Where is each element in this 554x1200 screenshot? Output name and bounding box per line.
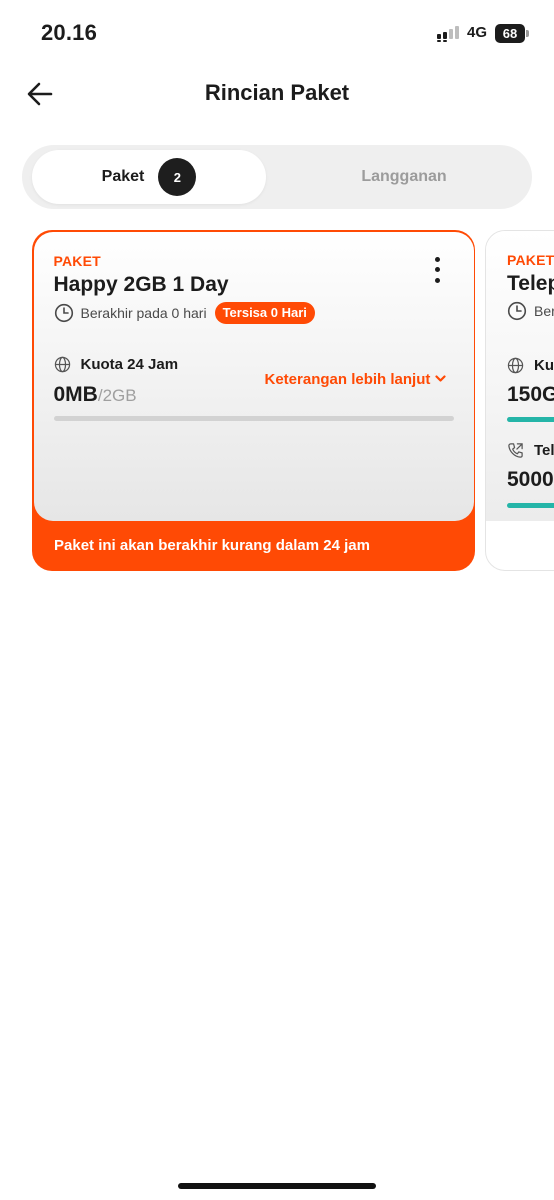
more-info-label: Keterangan lebih lanjut — [264, 370, 431, 388]
quota-value-second: 150G — [507, 383, 554, 406]
clock-icon — [54, 303, 73, 322]
more-options-icon-dot — [435, 277, 440, 283]
tab-switcher: Paket 2 Langganan — [22, 145, 532, 209]
package-card-second[interactable]: PAKET Telep Ber Kuo 150G — [485, 230, 554, 571]
package-card-body: PAKET Happy 2GB 1 Day Berakhir pada 0 ha… — [33, 231, 474, 521]
quota-row-second: Kuo — [507, 357, 554, 374]
status-time: 20.16 — [41, 20, 98, 45]
tab-langganan-label: Langganan — [361, 168, 447, 185]
expiry-text: Berakhir pada 0 hari — [80, 304, 207, 321]
tab-langganan[interactable]: Langganan — [286, 150, 522, 204]
quota-label-second: Kuo — [534, 357, 554, 374]
more-options-button[interactable] — [426, 254, 450, 286]
call-row-second: Tel — [507, 442, 554, 459]
status-bar: 20.16 4G 68 — [0, 0, 554, 60]
home-indicator — [178, 1183, 376, 1189]
package-card[interactable]: PAKET Happy 2GB 1 Day Berakhir pada 0 ha… — [32, 230, 475, 571]
quota-label: Kuota 24 Jam — [80, 355, 179, 373]
expiry-row: Berakhir pada 0 hari Tersisa 0 Hari — [54, 301, 315, 324]
page-title: Rincian Paket — [204, 80, 350, 105]
network-type: 4G — [467, 24, 488, 41]
usage-text: 0MB/2GB — [54, 383, 137, 407]
usage-progress-bar — [53, 415, 454, 421]
tab-paket-label: Paket — [101, 168, 145, 185]
expiry-row-second: Ber — [507, 301, 554, 321]
globe-icon — [507, 357, 524, 374]
battery-level: 68 — [495, 24, 525, 43]
remaining-days-badge: Tersisa 0 Hari — [214, 301, 315, 324]
battery-cap — [526, 30, 529, 37]
battery-icon: 68 — [495, 24, 529, 43]
tab-paket-count-badge: 2 — [158, 158, 197, 196]
call-label-second: Tel — [534, 442, 554, 459]
quota-bar-second — [507, 417, 554, 422]
package-name-second: Telep — [507, 272, 554, 295]
tab-paket[interactable]: Paket 2 — [32, 150, 266, 204]
package-details-screen: 20.16 4G 68 Rincian Paket Paket 2 Langga… — [0, 0, 554, 1200]
package-kind: PAKET — [53, 252, 101, 269]
usage-total: /2GB — [97, 385, 137, 405]
call-bar-second — [507, 503, 554, 508]
more-info-link[interactable]: Keterangan lebih lanjut — [265, 371, 447, 388]
more-options-icon-dot — [435, 267, 440, 272]
package-kind-second: PAKET — [507, 252, 554, 268]
call-value-second: 5000 — [507, 468, 554, 491]
quota-row: Kuota 24 Jam — [54, 355, 179, 373]
package-card-second-body: PAKET Telep Ber Kuo 150G — [486, 231, 554, 521]
package-name: Happy 2GB 1 Day — [53, 272, 229, 296]
globe-icon — [54, 356, 70, 372]
more-options-icon — [435, 256, 440, 262]
expiry-text-second: Ber — [534, 303, 554, 319]
usage-used: 0MB — [53, 382, 98, 406]
chevron-down-icon — [435, 375, 446, 382]
phone-call-icon — [508, 443, 523, 458]
signal-icon — [437, 26, 459, 42]
clock-icon — [507, 301, 527, 321]
package-footer-warning: Paket ini akan berakhir kurang dalam 24 … — [54, 537, 370, 554]
